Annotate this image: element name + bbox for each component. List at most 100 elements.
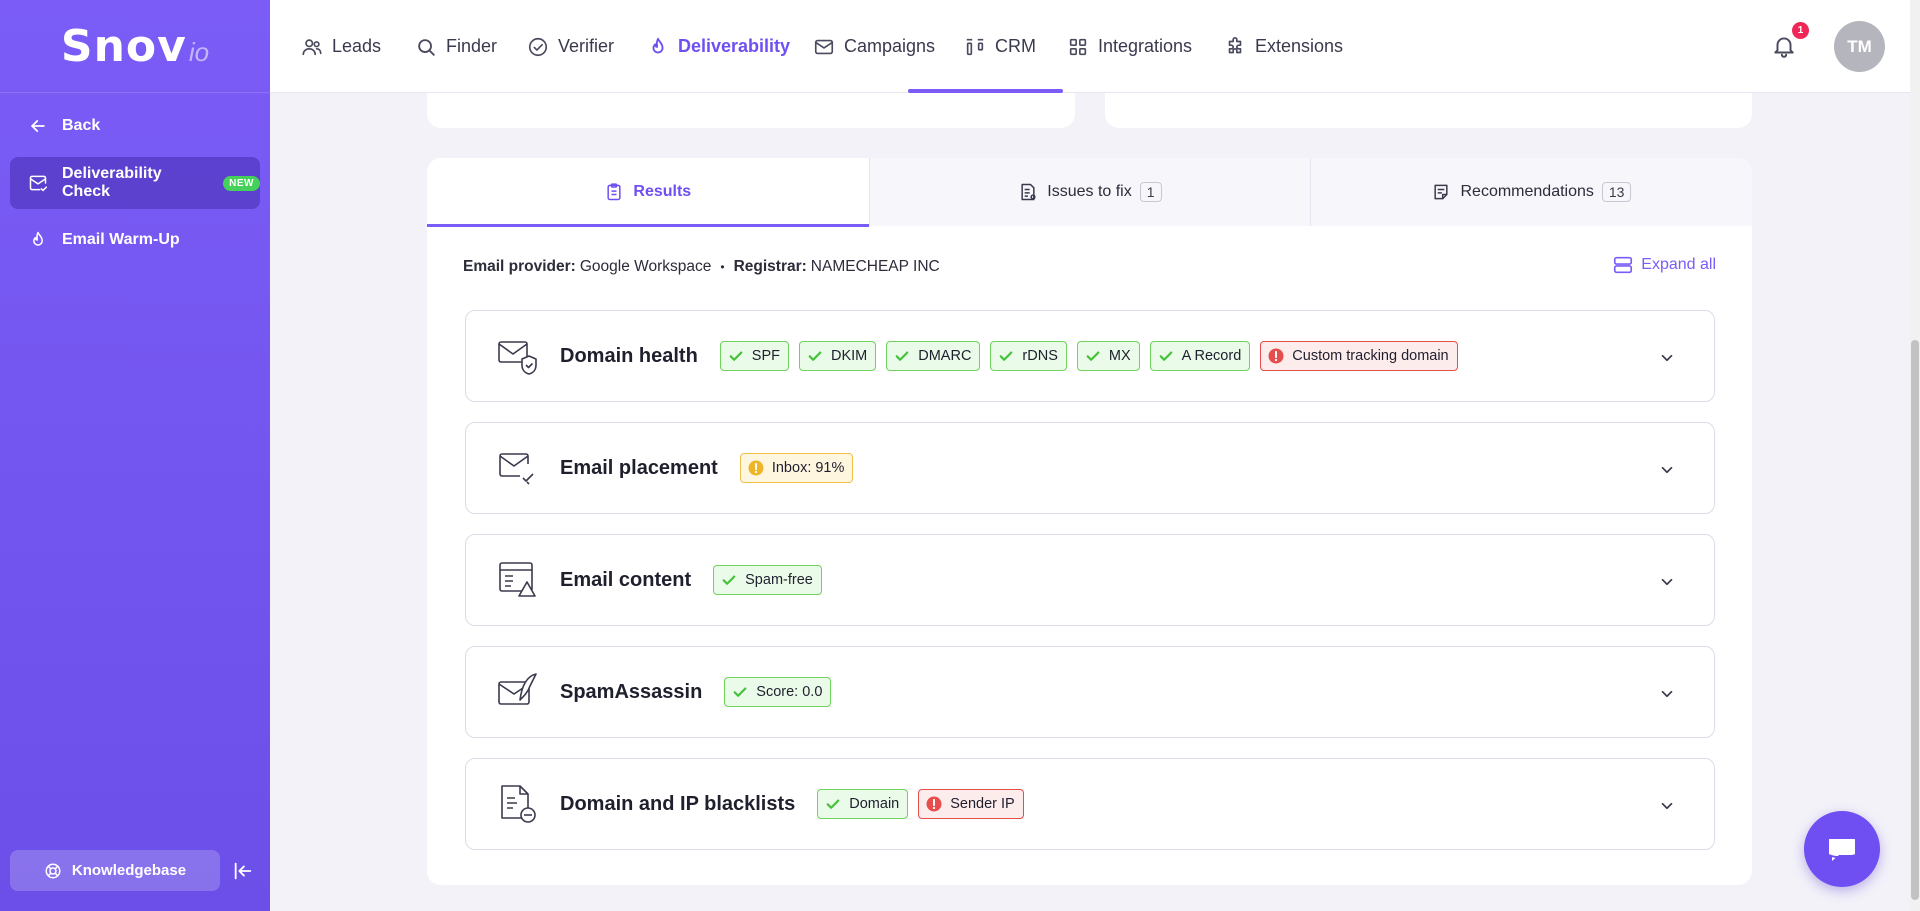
sidebar-item-email-warm-up[interactable]: Email Warm-Up <box>10 214 260 266</box>
chip-score: Score: 0.0 <box>724 677 832 707</box>
chip-label: Inbox: 91% <box>771 460 845 476</box>
nav-deliverability[interactable]: Deliverability <box>647 0 790 93</box>
chip-label: Custom tracking domain <box>1292 348 1449 364</box>
logo-sub: io <box>188 36 210 67</box>
search-icon <box>418 38 435 56</box>
chevron-down-icon[interactable] <box>1658 573 1676 591</box>
chip-label: A Record <box>1181 348 1242 364</box>
tab-label: Issues to fix <box>1047 183 1132 200</box>
check-circle-icon <box>528 37 548 56</box>
chat-icon <box>1828 839 1856 861</box>
nav-label: Deliverability <box>678 36 791 56</box>
chat-button[interactable] <box>1804 811 1880 887</box>
logo[interactable]: Snov io <box>0 0 270 93</box>
nav-campaigns[interactable]: Campaigns <box>813 0 935 93</box>
sidebar-item-deliverability-check[interactable]: Deliverability Check NEW <box>10 157 260 209</box>
chip-dmarc: DMARC <box>886 341 981 371</box>
chip-spam-free: Spam-free <box>713 565 822 595</box>
knowledgebase-button[interactable]: Knowledgebase <box>10 850 220 891</box>
nav-label: Finder <box>446 36 498 56</box>
tab-label: Recommendations <box>1460 183 1594 200</box>
mail-icon <box>814 39 834 54</box>
check-icon <box>1000 351 1013 361</box>
kanban-icon <box>966 38 984 55</box>
chip-label: MX <box>1108 348 1131 364</box>
sidebar-back[interactable]: Back <box>10 100 260 152</box>
flame-icon <box>652 37 664 53</box>
section-domain-health[interactable]: Domain health SPF DKIM DMARC rDNS MX A R… <box>465 310 1715 402</box>
chip-label: DKIM <box>831 348 868 364</box>
tab-recommendations[interactable]: Recommendations 13 <box>1310 158 1752 226</box>
chip-label: Score: 0.0 <box>756 684 823 700</box>
check-icon <box>826 799 840 809</box>
flame-icon <box>33 231 43 246</box>
nav-label: Leads <box>332 36 382 56</box>
summary-card-left <box>427 93 1075 128</box>
collapse-sidebar-icon[interactable] <box>232 860 254 882</box>
nav-integrations[interactable]: Integrations <box>1067 0 1192 93</box>
summary-card-right <box>1105 93 1752 128</box>
registrar-value: NAMECHEAP INC <box>810 258 940 275</box>
chip-label: Sender IP <box>950 796 1015 812</box>
clipboard-icon <box>607 183 621 201</box>
nav-extensions[interactable]: Extensions <box>1224 0 1343 93</box>
separator-dot: • <box>720 260 725 274</box>
new-badge: NEW <box>223 175 260 191</box>
nav-label: CRM <box>995 36 1036 56</box>
section-email-placement[interactable]: Email placement Inbox: 91% <box>465 422 1715 514</box>
chevron-down-icon[interactable] <box>1658 797 1676 815</box>
issues-count: 1 <box>1139 182 1162 202</box>
tab-results[interactable]: Results <box>427 158 869 227</box>
chip-label: DMARC <box>918 348 972 364</box>
recommendations-count: 13 <box>1601 182 1632 202</box>
check-icon <box>1159 351 1172 361</box>
section-spamassassin[interactable]: SpamAssassin Score: 0.0 <box>465 646 1715 738</box>
chip-domain: Domain <box>817 789 909 819</box>
check-icon <box>729 351 743 361</box>
page-scrollbar[interactable] <box>1910 0 1920 911</box>
nav-label: Verifier <box>558 36 615 56</box>
chip-sender-ip: Sender IP <box>918 789 1024 819</box>
check-icon <box>1086 351 1100 361</box>
grid-icon <box>1069 38 1087 55</box>
document-block-icon <box>501 785 536 823</box>
scrollbar-thumb[interactable] <box>1911 340 1919 900</box>
chevron-down-icon[interactable] <box>1658 349 1676 367</box>
mail-feather-icon <box>498 673 537 705</box>
sidebar-item-label: Email Warm-Up <box>62 231 180 248</box>
section-title: Email placement <box>560 456 718 479</box>
content-warning-icon <box>499 562 536 597</box>
mail-check-icon <box>29 175 48 192</box>
section-title: Domain health <box>560 344 698 367</box>
results-card: Results Issues to fix 1 Recommendations … <box>427 158 1752 885</box>
tab-issues-to-fix[interactable]: Issues to fix 1 <box>868 158 1311 226</box>
nav-verifier[interactable]: Verifier <box>527 0 614 93</box>
chip-mx: MX <box>1076 341 1140 371</box>
nav-finder[interactable]: Finder <box>415 0 497 93</box>
section-blacklists[interactable]: Domain and IP blacklists Domain Sender I… <box>465 758 1715 850</box>
check-icon <box>808 351 822 361</box>
knowledgebase-label: Knowledgebase <box>71 862 187 879</box>
section-title: Email content <box>560 568 692 591</box>
tab-label: Results <box>633 183 692 200</box>
expand-all-button[interactable]: Expand all <box>1612 254 1716 276</box>
nav-leads[interactable]: Leads <box>301 0 381 93</box>
avatar[interactable]: TM <box>1834 21 1885 72</box>
check-icon <box>722 575 736 585</box>
chip-spf: SPF <box>719 341 789 371</box>
nav-crm[interactable]: CRM <box>964 0 1036 93</box>
provider-info: Email provider: Google Workspace • Regis… <box>463 258 940 276</box>
mail-shield-icon <box>498 341 537 375</box>
error-icon <box>926 796 942 812</box>
chevron-down-icon[interactable] <box>1658 685 1676 703</box>
bell-icon[interactable] <box>1771 33 1797 59</box>
chip-label: Domain <box>849 796 900 812</box>
nav-label: Campaigns <box>844 36 936 56</box>
chip-custom-tracking-domain: Custom tracking domain <box>1260 341 1458 371</box>
provider-label: Email provider: <box>463 258 576 275</box>
section-email-content[interactable]: Email content Spam-free <box>465 534 1715 626</box>
expand-rows-icon <box>1614 256 1633 274</box>
sidebar-back-label: Back <box>62 117 101 134</box>
chevron-down-icon[interactable] <box>1658 461 1676 479</box>
chip-rdns: rDNS <box>990 341 1067 371</box>
